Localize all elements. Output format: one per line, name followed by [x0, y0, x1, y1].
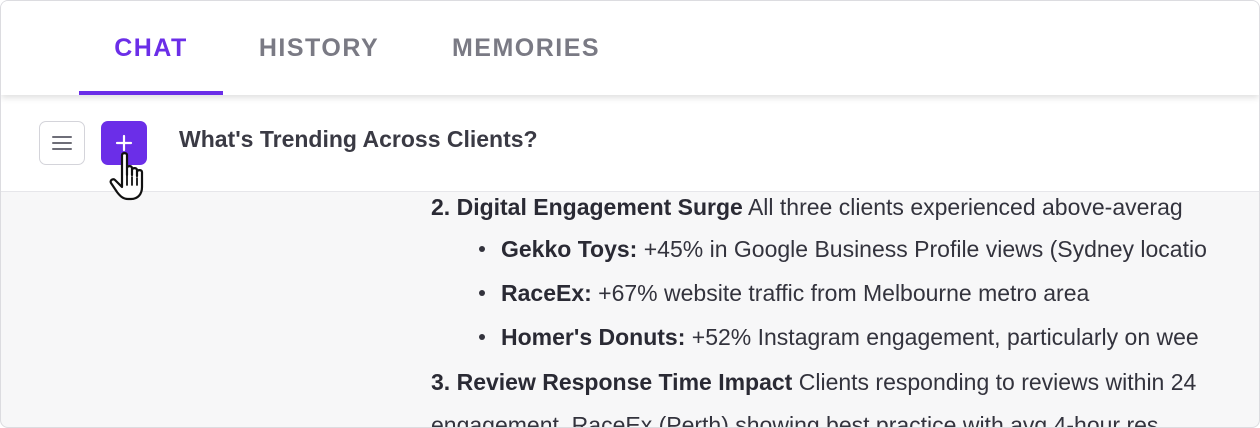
- list-item: Homer's Donuts: +52% Instagram engagemen…: [501, 324, 1199, 350]
- list-item: RaceEx: +67% website traffic from Melbou…: [501, 280, 1090, 306]
- chat-title: What's Trending Across Clients?: [179, 126, 538, 152]
- plus-icon: [115, 134, 133, 152]
- bullet-icon: [479, 246, 485, 252]
- tab-memories[interactable]: MEMORIES: [431, 1, 621, 95]
- tab-chat[interactable]: CHAT: [79, 1, 223, 95]
- list-item-continuation: engagement. RaceEx (Perth) showing best …: [431, 412, 1159, 428]
- list-item: 3. Review Response Time Impact Clients r…: [431, 369, 1197, 395]
- bullet-icon: [479, 290, 485, 296]
- hand-pointer-cursor-icon: [109, 152, 144, 201]
- list-item: 2. Digital Engagement Surge All three cl…: [431, 194, 1183, 220]
- bullet-icon: [479, 334, 485, 340]
- list-item: Gekko Toys: +45% in Google Business Prof…: [501, 236, 1207, 262]
- app-frame: CHAT HISTORY MEMORIES What's Trending Ac…: [0, 0, 1260, 428]
- chat-message-content: 2. Digital Engagement Surge All three cl…: [431, 192, 1259, 428]
- chat-toolbar: What's Trending Across Clients?: [1, 95, 1259, 201]
- tab-history[interactable]: HISTORY: [237, 1, 401, 95]
- tab-bar: CHAT HISTORY MEMORIES: [1, 1, 1259, 95]
- menu-button[interactable]: [39, 121, 85, 165]
- list-item-heading: Digital Engagement Surge: [456, 194, 743, 220]
- list-item-heading: Review Response Time Impact: [456, 369, 793, 395]
- hamburger-icon: [52, 136, 72, 138]
